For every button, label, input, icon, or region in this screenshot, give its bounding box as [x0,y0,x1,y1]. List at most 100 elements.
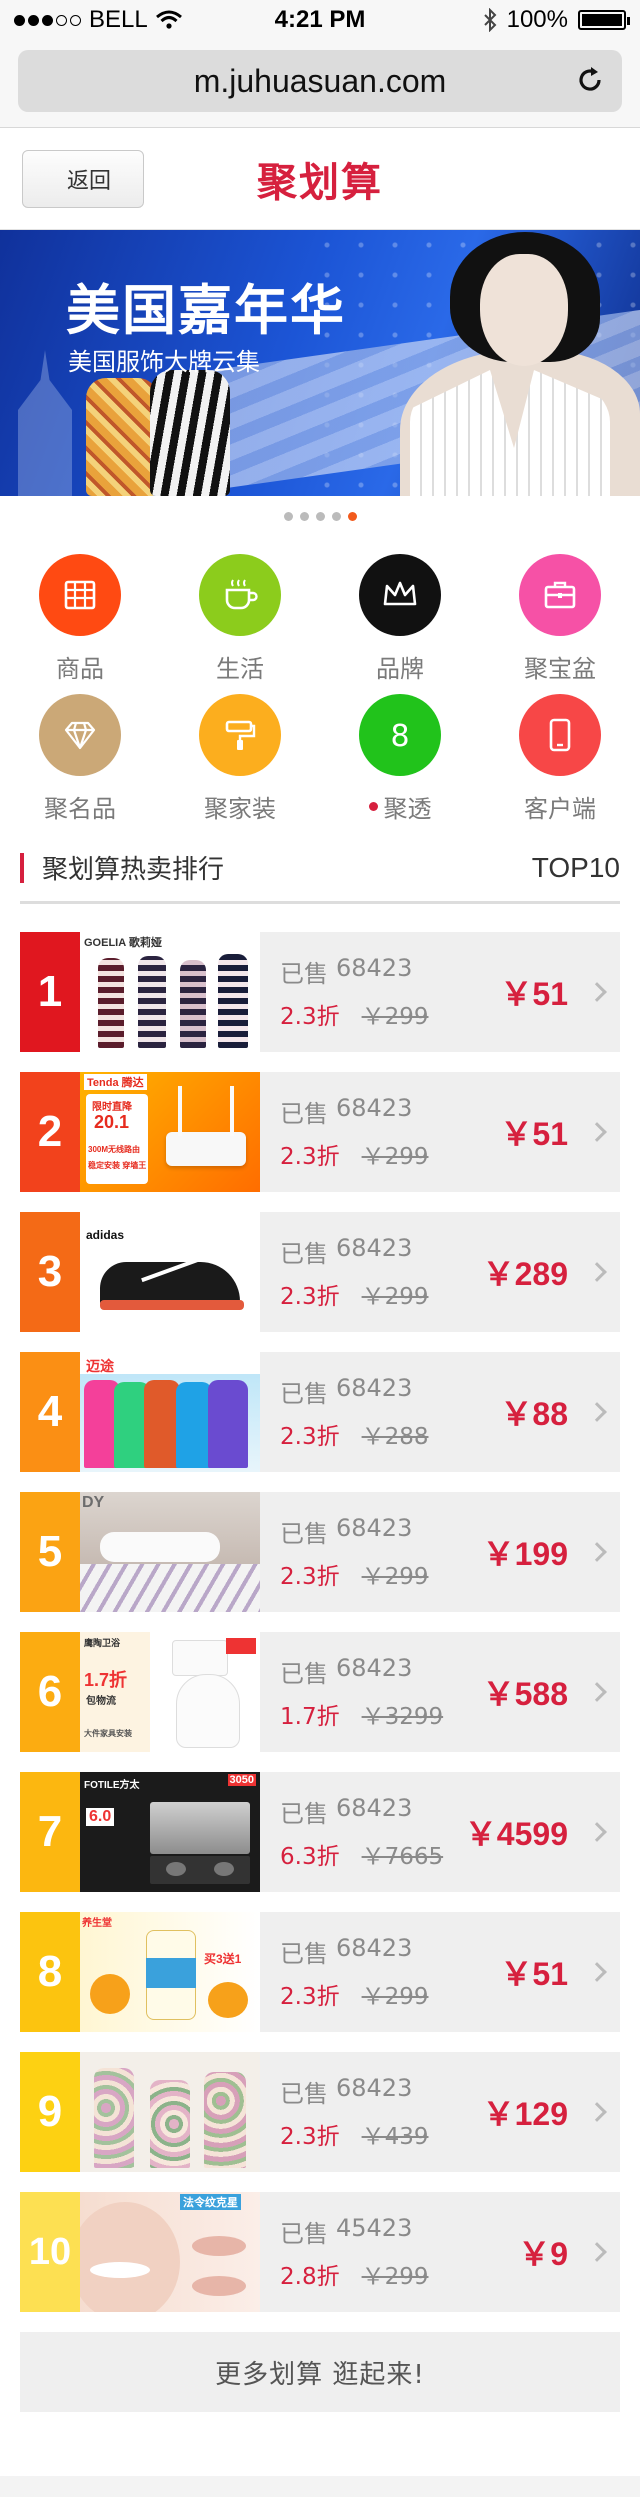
reload-icon[interactable] [574,64,606,96]
category-label: 聚透 [383,794,432,823]
number-8-icon: 8 [390,719,409,754]
product-info: 已售 68423 1.7折 ￥3299 ￥588 [260,1632,620,1752]
pagination-dot[interactable] [299,511,309,521]
thumb-brand: DY [82,1494,105,1511]
category-icon-circle [39,554,121,636]
mobile-phone-icon [549,718,571,752]
discount-rate: 2.3折 [280,1563,340,1590]
sold-label: 已售 [280,1379,328,1408]
url-field[interactable]: m.juhuasuan.com [18,50,622,112]
product-image: DY [80,1492,260,1612]
sale-price: ￥129 [482,2096,568,2132]
category-item[interactable]: 聚家装 [160,694,320,823]
rank-number: 1 [20,932,80,1052]
sold-label: 已售 [280,2079,328,2108]
pagination-dot[interactable] [331,511,341,521]
browser-address-bar: m.juhuasuan.com [0,40,640,128]
sale-price: ￥51 [500,976,568,1012]
rank-number: 6 [20,1632,80,1752]
original-price: ￥299 [361,1143,429,1170]
site-logo[interactable]: 聚划算 [257,150,383,208]
category-item[interactable]: 品牌 [320,554,480,683]
sold-label: 已售 [280,1659,328,1688]
category-icon-circle [199,554,281,636]
top10-badge: TOP10 [531,851,620,883]
sold-count: 68423 [336,1233,413,1262]
product-image: 迈途 [80,1352,260,1472]
category-label: 聚宝盆 [524,654,596,683]
product-image [80,2052,260,2172]
rank-number: 10 [20,2192,80,2312]
thumb-line: 包物流 [86,1696,116,1707]
thumb-line: 1.7折 [84,1670,128,1690]
pagination-dot[interactable] [315,511,325,521]
product-info: 已售 68423 2.3折 ￥439 ￥129 [260,2052,620,2172]
section-header: 聚划算热卖排行 TOP10 [20,834,620,904]
chevron-right-icon [587,1262,607,1282]
category-item[interactable]: 生活 [160,554,320,683]
sale-price: ￥88 [500,1396,568,1432]
product-info: 已售 68423 2.3折 ￥288 ￥88 [260,1352,620,1472]
ranking-item[interactable]: 9 已售 68423 2.3折 ￥439 ￥129 [20,2052,620,2172]
sale-price: ￥51 [500,1956,568,1992]
pagination-dot[interactable] [283,511,293,521]
sale-price: ￥289 [482,1256,568,1292]
original-price: ￥299 [361,2263,429,2290]
chevron-right-icon [587,1682,607,1702]
promo-banner[interactable]: 美国嘉年华 美国服饰大牌云集 [0,230,640,496]
ranking-item[interactable]: 7 FOTILE方太 6.0 3050 已售 68423 6.3折 ￥7665 ￥4599 [20,1772,620,1892]
paint-roller-icon [225,720,256,750]
product-info: 已售 68423 2.3折 ￥299 ￥199 [260,1492,620,1612]
chevron-right-icon [587,1962,607,1982]
sold-count: 68423 [336,1513,413,1542]
ranking-item[interactable]: 2 Tenda 腾达 限时直降 20.1 300M无线路由 稳定安装 穿墙王 已售 68423… [20,1072,620,1192]
thumb-line: 稳定安装 穿墙王 [88,1161,147,1170]
original-price: ￥299 [361,1983,429,2010]
product-image: FOTILE方太 6.0 3050 [80,1772,260,1892]
page-header: 返回 聚划算 [0,128,640,230]
battery-icon [578,10,630,30]
sold-label: 已售 [280,1799,328,1828]
ranking-item[interactable]: 8 养生堂 买3送1 已售 68423 2.3折 ￥299 ￥51 [20,1912,620,2032]
back-button[interactable]: 返回 [22,150,144,208]
product-info: 已售 45423 2.8折 ￥299 ￥9 [260,2192,620,2312]
category-icon-circle [199,694,281,776]
ranking-item[interactable]: 10 法令纹克星 已售 45423 2.8折 ￥299 ￥9 [20,2192,620,2312]
pagination-dot[interactable] [347,511,357,521]
category-item[interactable]: 聚宝盆 [480,554,640,683]
chevron-right-icon [587,1822,607,1842]
discount-rate: 6.3折 [280,1843,340,1870]
category-label: 客户端 [524,794,596,823]
sold-label: 已售 [280,1519,328,1548]
product-image: 养生堂 买3送1 [80,1912,260,2032]
ranking-item[interactable]: 1 GOELIA 歌莉娅 已售 68423 2.3折 ￥299 ￥51 [20,932,620,1052]
product-image: 法令纹克星 [80,2192,260,2312]
discount-rate: 2.3折 [280,1003,340,1030]
category-item[interactable]: 8 聚透 [320,694,480,823]
category-item[interactable]: 客户端 [480,694,640,823]
sold-count: 68423 [336,1933,413,1962]
back-button-label: 返回 [66,169,111,194]
sale-price: ￥588 [482,1676,568,1712]
more-deals-button[interactable]: 更多划算 逛起来! [20,2332,620,2412]
ranking-item[interactable]: 6 鹰陶卫浴 1.7折 包物流 大件家具安装 已售 68423 1.7折 ￥3299 ￥588 [20,1632,620,1752]
banner-title: 美国嘉年华 [66,279,346,342]
sold-label: 已售 [280,2219,328,2248]
sale-price: ￥9 [518,2236,568,2272]
category-item[interactable]: 聚名品 [0,694,160,823]
sold-count: 68423 [336,1093,413,1122]
ranking-item[interactable]: 3 adidas 已售 68423 2.3折 ￥299 ￥289 [20,1212,620,1332]
ranking-item[interactable]: 4 迈途 已售 68423 2.3折 ￥288 ￥88 [20,1352,620,1472]
thumb-brand: 法令纹克星 [180,2194,241,2210]
original-price: ￥299 [361,1563,429,1590]
category-item[interactable]: 商品 [0,554,160,683]
thumb-line: 大件家具安装 [84,1729,132,1738]
banner-pagination[interactable] [0,496,640,536]
ranking-item[interactable]: 5 DY 已售 68423 2.3折 ￥299 ￥199 [20,1492,620,1612]
thumb-brand: GOELIA 歌莉娅 [84,937,162,949]
discount-rate: 2.3折 [280,1143,340,1170]
thumb-brand: FOTILE方太 [84,1780,140,1791]
product-info: 已售 68423 2.3折 ￥299 ￥289 [260,1212,620,1332]
product-info: 已售 68423 2.3折 ￥299 ￥51 [260,1912,620,2032]
product-image: 鹰陶卫浴 1.7折 包物流 大件家具安装 [80,1632,260,1752]
